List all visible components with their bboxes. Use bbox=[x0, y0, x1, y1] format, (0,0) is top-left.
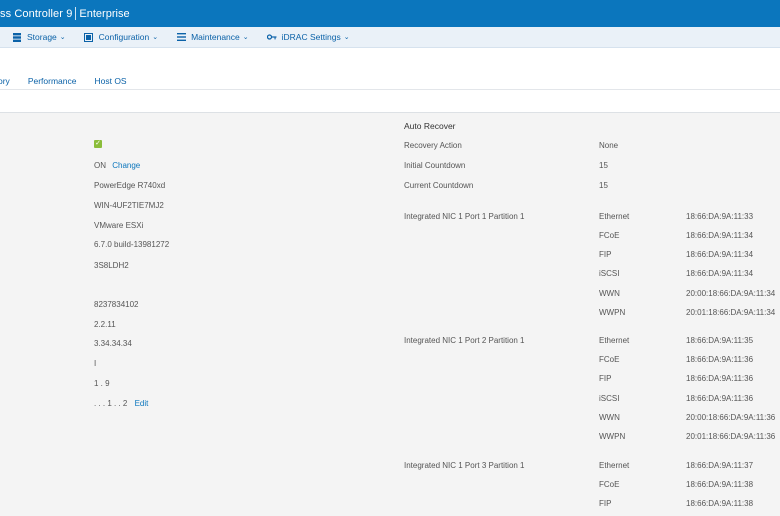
storage-icon bbox=[12, 32, 22, 42]
menu-configuration-label: Configuration bbox=[98, 32, 150, 42]
os-value: VMware ESXi bbox=[94, 221, 144, 230]
bios-version-value: 2.2.11 bbox=[94, 320, 116, 329]
content-panel bbox=[0, 113, 780, 516]
nic-address-type: FCoE bbox=[599, 231, 620, 240]
current-countdown-value: 15 bbox=[599, 181, 608, 190]
menu-maintenance[interactable]: Maintenance ⌄ bbox=[176, 32, 249, 42]
os-version-value: 6.7.0 build-13981272 bbox=[94, 240, 170, 249]
chevron-down-icon: ⌄ bbox=[242, 34, 249, 41]
nic-address-type: FIP bbox=[599, 374, 612, 383]
nic-address-type: FCoE bbox=[599, 480, 620, 489]
nic-address-type: Ethernet bbox=[599, 461, 630, 470]
nic-address-type: WWN bbox=[599, 413, 620, 422]
nic-address-type: Ethernet bbox=[599, 336, 630, 345]
nic-address-value: 18:66:DA:9A:11:38 bbox=[686, 499, 754, 508]
current-countdown-label: Current Countdown bbox=[404, 181, 474, 190]
nic-address-value: 18:66:DA:9A:11:37 bbox=[686, 461, 754, 470]
power-state-value: ON bbox=[94, 161, 106, 170]
power-change-link[interactable]: Change bbox=[112, 161, 140, 170]
host-name-value: WIN-4UF2TIE7MJ2 bbox=[94, 201, 164, 210]
nic-address-value: 18:66:DA:9A:11:34 bbox=[686, 250, 754, 259]
nic-address-type: Ethernet bbox=[599, 212, 630, 221]
chevron-down-icon: ⌄ bbox=[152, 34, 159, 41]
app-edition: Enterprise bbox=[79, 7, 130, 20]
menu-maintenance-label: Maintenance bbox=[191, 32, 240, 42]
nic-address-type: WWPN bbox=[599, 432, 626, 441]
menu-storage-label: Storage bbox=[27, 32, 57, 42]
express-service-code-value: 8237834102 bbox=[94, 300, 139, 309]
info-value-i: I bbox=[94, 359, 97, 368]
title-separator bbox=[75, 7, 77, 20]
nic-address-value: 18:66:DA:9A:11:36 bbox=[686, 355, 754, 364]
tab-performance[interactable]: Performance bbox=[28, 76, 77, 86]
nic-address-value: 18:66:DA:9A:11:38 bbox=[686, 480, 754, 489]
location-row: . . . 1 . . 2 Edit bbox=[94, 399, 148, 408]
main-menu: Storage ⌄ Configuration ⌄ Maintenance ⌄ … bbox=[0, 27, 780, 48]
nic-address-type: WWPN bbox=[599, 308, 626, 317]
nic-address-type: iSCSI bbox=[599, 394, 620, 403]
menu-configuration[interactable]: Configuration ⌄ bbox=[84, 32, 158, 42]
toolbar-area bbox=[0, 90, 780, 113]
chevron-down-icon: ⌄ bbox=[59, 34, 66, 41]
location-value: . . . 1 . . 2 bbox=[94, 399, 128, 408]
nic-address-type: WWN bbox=[599, 289, 620, 298]
maintenance-icon bbox=[176, 33, 186, 42]
nic-address-value: 18:66:DA:9A:11:36 bbox=[686, 374, 754, 383]
nic-address-value: 20:00:18:66:DA:9A:11:36 bbox=[686, 413, 776, 422]
recovery-action-label: Recovery Action bbox=[404, 141, 462, 150]
power-state-row: ON Change bbox=[94, 161, 140, 170]
location-edit-link[interactable]: Edit bbox=[135, 399, 149, 408]
app-title: ss Controller 9 bbox=[0, 7, 73, 20]
nic-address-value: 20:00:18:66:DA:9A:11:34 bbox=[686, 289, 776, 298]
nic-address-type: iSCSI bbox=[599, 269, 620, 278]
nic-name: Integrated NIC 1 Port 3 Partition 1 bbox=[404, 461, 525, 470]
recovery-action-value: None bbox=[599, 141, 619, 150]
title-bar: ss Controller 9 Enterprise bbox=[0, 0, 780, 27]
nic-address-value: 18:66:DA:9A:11:33 bbox=[686, 212, 754, 221]
configuration-icon bbox=[84, 32, 94, 42]
status-check-icon: ✓ bbox=[94, 140, 102, 148]
info-value-version: 1 . 9 bbox=[94, 379, 110, 388]
menu-idrac-settings[interactable]: iDRAC Settings ⌄ bbox=[266, 32, 350, 42]
nic-address-type: FCoE bbox=[599, 355, 620, 364]
firmware-version-value: 3.34.34.34 bbox=[94, 339, 132, 348]
nic-address-value: 20:01:18:66:DA:9A:11:34 bbox=[686, 308, 776, 317]
nic-address-value: 20:01:18:66:DA:9A:11:36 bbox=[686, 432, 776, 441]
nic-address-type: FIP bbox=[599, 499, 612, 508]
nic-address-value: 18:66:DA:9A:11:34 bbox=[686, 231, 754, 240]
key-icon bbox=[266, 33, 277, 42]
initial-countdown-value: 15 bbox=[599, 161, 608, 170]
nic-address-type: FIP bbox=[599, 250, 612, 259]
initial-countdown-label: Initial Countdown bbox=[404, 161, 466, 170]
nic-address-value: 18:66:DA:9A:11:35 bbox=[686, 336, 754, 345]
tab-summary[interactable]: ory bbox=[0, 76, 10, 86]
nic-address-value: 18:66:DA:9A:11:34 bbox=[686, 269, 754, 278]
menu-idrac-settings-label: iDRAC Settings bbox=[281, 32, 341, 42]
chevron-down-icon: ⌄ bbox=[343, 34, 350, 41]
nic-name: Integrated NIC 1 Port 1 Partition 1 bbox=[404, 212, 525, 221]
menu-storage[interactable]: Storage ⌄ bbox=[12, 32, 66, 42]
model-value: PowerEdge R740xd bbox=[94, 181, 166, 190]
tab-bar: ory Performance Host OS bbox=[0, 76, 145, 86]
tab-host-os[interactable]: Host OS bbox=[94, 76, 126, 86]
auto-recover-heading: Auto Recover bbox=[404, 121, 456, 131]
nic-address-value: 18:66:DA:9A:11:36 bbox=[686, 394, 754, 403]
nic-name: Integrated NIC 1 Port 2 Partition 1 bbox=[404, 336, 525, 345]
service-tag-value: 3S8LDH2 bbox=[94, 261, 129, 270]
